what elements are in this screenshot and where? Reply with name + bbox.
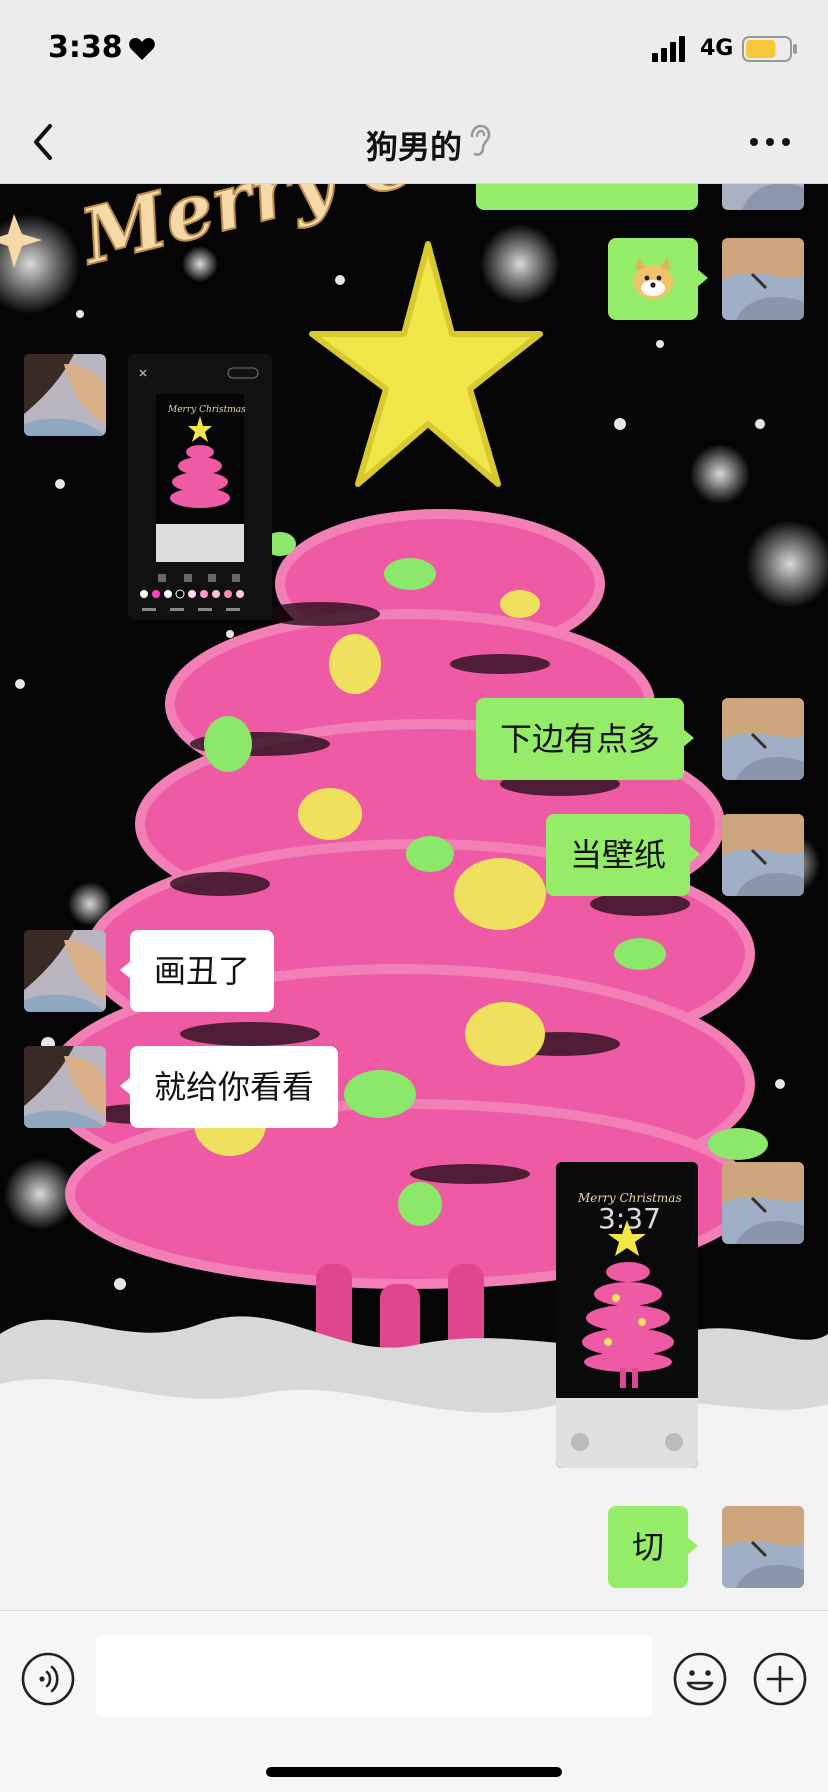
svg-text:Merry Christmas: Merry Christmas [167, 405, 246, 415]
message-bubble-right[interactable]: 下边有点多 [476, 698, 695, 780]
message-bubble-right[interactable] [476, 184, 698, 210]
avatar-contact[interactable] [24, 930, 106, 1012]
avatar-self[interactable] [722, 1162, 804, 1244]
avatar-contact[interactable] [24, 354, 106, 436]
nav-bar: 狗男的 [0, 100, 828, 184]
heart-icon [129, 38, 155, 60]
chat-title: 狗男的 [365, 128, 462, 166]
chat-area[interactable]: Merry Christmas 下边有点多 当壁纸 画丑了 就给你看看 Merr… [0, 184, 828, 1610]
plus-icon[interactable] [752, 1651, 808, 1707]
message-bubble-left[interactable]: 画丑了 [119, 930, 275, 1012]
voice-icon[interactable] [20, 1651, 76, 1707]
emoji-icon[interactable] [672, 1651, 728, 1707]
christmas-tree-wallpaper: Merry Christmas [0, 184, 828, 1610]
network-type: 4G [700, 36, 734, 61]
message-bubble-right[interactable]: 切 [608, 1506, 699, 1588]
message-bubble-right[interactable]: 当壁纸 [546, 814, 701, 896]
battery-icon [742, 36, 797, 62]
status-time: 3:38 [48, 30, 123, 65]
more-dots-icon[interactable] [748, 130, 792, 154]
image-message-editor-screenshot[interactable]: Merry Christmas [128, 354, 272, 620]
ear-icon [470, 124, 491, 156]
avatar-self[interactable] [722, 1506, 804, 1588]
input-bar [0, 1610, 828, 1792]
status-bar: 3:38 4G [0, 0, 828, 100]
signal-icon [652, 36, 685, 62]
avatar-self[interactable] [722, 698, 804, 780]
message-bubble-left[interactable]: 就给你看看 [119, 1046, 339, 1128]
message-bubble-right[interactable] [608, 238, 708, 320]
avatar-self[interactable] [722, 238, 804, 320]
home-indicator [266, 1767, 562, 1777]
doge-emoji-icon [633, 258, 673, 299]
image-message-lockscreen[interactable]: Merry Christmas 3:37 [556, 1162, 698, 1468]
message-input[interactable] [96, 1635, 652, 1717]
avatar-contact[interactable] [24, 1046, 106, 1128]
avatar-self[interactable] [722, 184, 804, 210]
avatar-self[interactable] [722, 814, 804, 896]
